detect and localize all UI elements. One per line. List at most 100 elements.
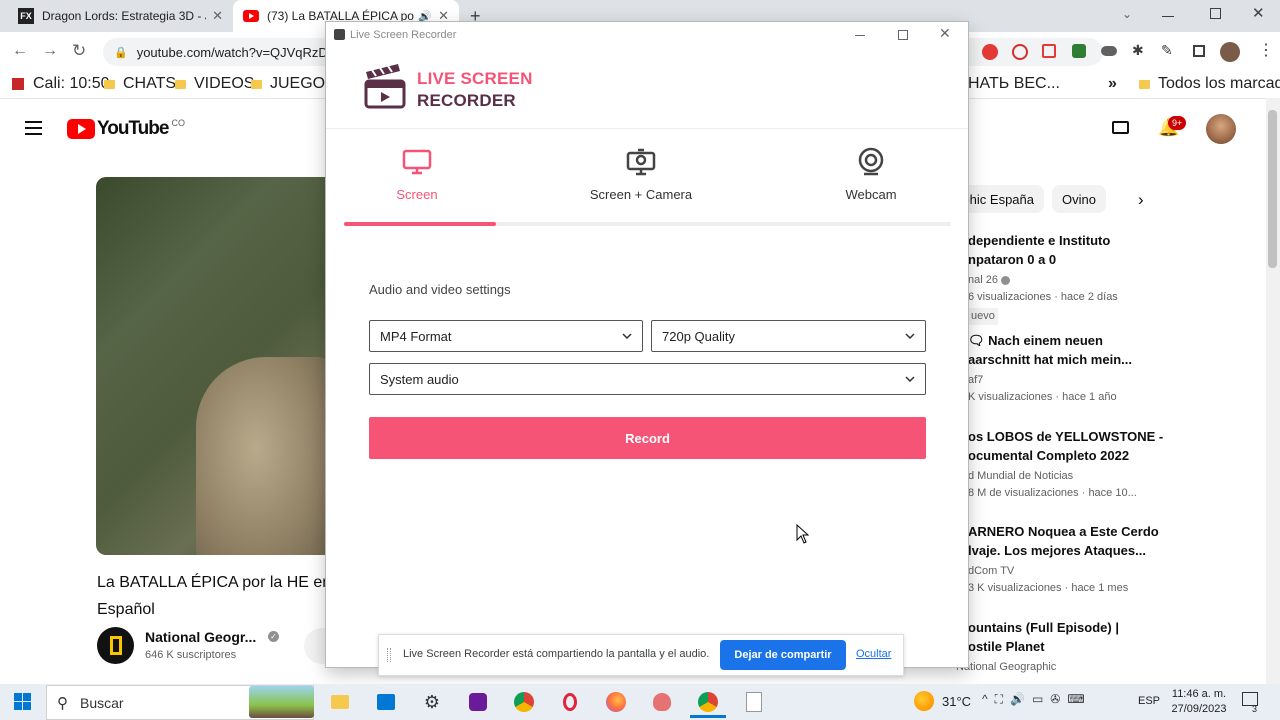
suggestion-channel: dCom TV <box>968 565 1015 577</box>
audio-select[interactable]: System audio <box>369 363 926 395</box>
close-icon[interactable]: ✕ <box>212 8 223 24</box>
logo-line1: LIVE SCREEN <box>417 69 533 88</box>
chevron-down-icon <box>622 333 632 339</box>
suggestion-item[interactable]: os LOBOS de YELLOWSTONE - ocumental Comp… <box>968 427 1163 502</box>
suggestion-title: 🗨 Nach einem neuen <box>968 333 1103 348</box>
bookmark-label: VIDEOS <box>194 75 255 92</box>
close-window-icon[interactable]: ✕ <box>1252 4 1265 22</box>
language-indicator[interactable]: ESP <box>1138 695 1160 707</box>
restore-icon[interactable] <box>1210 8 1221 19</box>
suggestion-meta: 6 visualizaciones · hace 2 días <box>968 291 1118 303</box>
format-select[interactable]: MP4 Format <box>369 320 643 352</box>
suggestion-item[interactable]: ountains (Full Episode) | ostile Planet … <box>956 618 1119 676</box>
channel-avatar[interactable] <box>97 627 134 664</box>
channel-name[interactable]: National Geogr... <box>145 629 256 645</box>
scrollbar-thumb[interactable] <box>1268 110 1277 268</box>
opera-icon[interactable] <box>558 690 582 714</box>
subscribe-bell-button[interactable] <box>304 628 328 664</box>
extension-icon[interactable] <box>982 44 998 60</box>
hide-button[interactable]: Ocultar <box>856 648 891 660</box>
reload-icon[interactable]: ↻ <box>72 41 86 61</box>
bookmark-label: Cali: 10:50 <box>33 75 110 92</box>
weather-sun-icon[interactable] <box>914 691 934 711</box>
bookmark-chats[interactable]: CHATS <box>104 70 176 98</box>
temperature[interactable]: 31°C <box>942 694 971 709</box>
chevron-right-icon[interactable]: › <box>1138 190 1144 210</box>
suggestion-item[interactable]: dependiente e Instituto npataron 0 a 0 n… <box>968 231 1118 325</box>
suggestion-meta: 8 M de visualizaciones · hace 10... <box>968 487 1137 499</box>
sidepanel-icon[interactable] <box>1193 45 1205 57</box>
monitor-icon <box>402 149 432 175</box>
lock-icon: 🔒 <box>114 46 128 59</box>
document-icon[interactable] <box>742 690 766 714</box>
hamburger-menu-icon[interactable] <box>25 121 42 135</box>
screenshot-extension-icon[interactable] <box>1042 44 1056 58</box>
tab-dragon-lords[interactable]: FX Dragon Lords: Estrategia 3D - Ju ✕ <box>8 0 233 32</box>
minimize-icon[interactable] <box>1162 16 1174 17</box>
windows-start-icon[interactable] <box>14 693 31 710</box>
stop-sharing-button[interactable]: Dejar de compartir <box>720 640 846 670</box>
mode-progress-track <box>344 222 951 226</box>
app-icon <box>334 29 345 40</box>
bookmark-videos[interactable]: VIDEOS <box>175 70 254 98</box>
chrome-active-icon[interactable] <box>696 690 720 714</box>
paint-icon[interactable] <box>650 690 674 714</box>
bookmark-cali[interactable]: Cali: 10:50 <box>12 70 110 98</box>
tab-label: Screen + Camera <box>589 187 693 202</box>
suggestion-item[interactable]: 🗨 Nach einem neuen aarschnitt hat mich m… <box>968 331 1132 406</box>
tab-search-icon[interactable]: ⌄ <box>1122 7 1132 21</box>
youtube-wordmark: YouTube <box>97 118 169 139</box>
folder-icon <box>175 79 186 89</box>
drag-handle-icon[interactable] <box>387 648 391 662</box>
bookmark-all[interactable]: Todos los marcadores <box>1139 70 1280 98</box>
toggle-extension-icon[interactable] <box>1101 46 1117 56</box>
tab-webcam[interactable]: Webcam <box>801 146 941 202</box>
app-purple-icon[interactable] <box>466 690 490 714</box>
suggestion-item[interactable]: ARNERO Noquea a Este Cerdo lvaje. Los me… <box>968 522 1159 597</box>
tab-title: (73) La BATALLA ÉPICA por l <box>267 9 415 23</box>
folder-icon <box>1139 79 1150 89</box>
back-icon[interactable]: ← <box>12 42 28 60</box>
active-app-indicator <box>690 715 726 718</box>
maximize-icon[interactable] <box>898 30 908 40</box>
bookmarks-overflow[interactable]: » <box>1108 70 1117 98</box>
forward-icon[interactable]: → <box>42 42 58 60</box>
user-avatar[interactable] <box>1206 114 1236 144</box>
firefox-icon[interactable] <box>604 690 628 714</box>
create-video-icon[interactable] <box>1112 121 1129 134</box>
bookmark-label: CHATS <box>123 75 177 92</box>
record-extension-icon[interactable] <box>1012 44 1028 60</box>
clock[interactable]: 11:46 a. m. 27/09/2023 <box>1168 687 1230 717</box>
tab-screen[interactable]: Screen <box>347 146 487 202</box>
bookmark-russian[interactable]: НАТЬ ВЕС... <box>968 70 1060 98</box>
video-player[interactable] <box>96 177 328 555</box>
menu-dots-icon[interactable]: ⋮ <box>1258 40 1274 60</box>
speaker-icon[interactable]: 🔊 <box>418 10 432 23</box>
system-tray-icons[interactable]: ^⛶🔊▭✇⌨ <box>982 692 1092 707</box>
screen-share-bar: Live Screen Recorder está compartiendo l… <box>378 634 904 676</box>
minimize-icon[interactable] <box>855 35 865 36</box>
chevron-down-icon <box>905 376 915 382</box>
settings-gear-icon[interactable]: ⚙ <box>420 690 444 714</box>
shield-extension-icon[interactable] <box>1072 44 1086 58</box>
record-button[interactable]: Record <box>369 417 926 459</box>
file-explorer-icon[interactable] <box>328 690 352 714</box>
suggestion-title: lvaje. Los mejores Ataques... <box>968 543 1146 558</box>
verified-icon: ✓ <box>268 631 279 642</box>
youtube-logo[interactable]: YouTube CO <box>67 118 185 140</box>
close-icon[interactable]: ✕ <box>939 25 951 42</box>
recorder-titlebar: Live Screen Recorder ✕ <box>326 22 968 48</box>
search-icon: ⚲ <box>57 694 68 712</box>
puzzle-icon[interactable]: ✱ <box>1132 42 1144 59</box>
suggestion-title: os LOBOS de YELLOWSTONE - <box>968 429 1164 444</box>
chip-label: phic España <box>962 191 1034 207</box>
chevron-down-icon <box>905 333 915 339</box>
profile-avatar[interactable] <box>1220 42 1240 62</box>
mode-progress-fill <box>344 222 496 226</box>
tab-screen-camera[interactable]: Screen + Camera <box>571 146 711 202</box>
quality-select[interactable]: 720p Quality <box>651 320 926 352</box>
store-icon[interactable] <box>374 690 398 714</box>
chip-ovino[interactable]: Ovino <box>1052 185 1106 213</box>
pen-icon[interactable]: ✎ <box>1161 42 1173 59</box>
chrome-icon[interactable] <box>512 690 536 714</box>
